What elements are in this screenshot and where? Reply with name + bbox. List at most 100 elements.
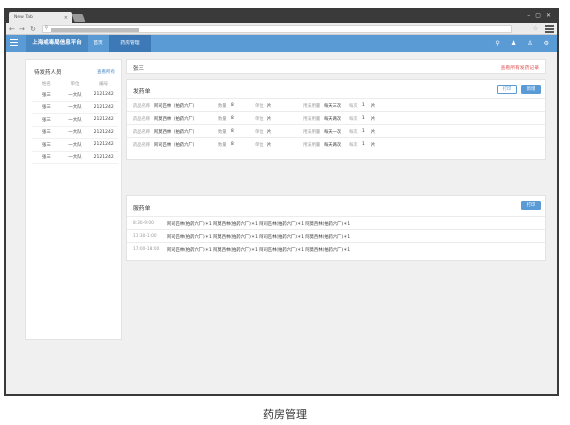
usage-value: 每天两次 [324, 143, 342, 148]
per-label: 每次 [349, 117, 358, 122]
view-all-link[interactable]: 查看所有 [97, 69, 115, 75]
view-dispense-records-link[interactable]: 查看所有发药记录 [501, 64, 539, 71]
address-bar[interactable]: ⚲ [42, 25, 512, 33]
cell-name: 张三 [41, 105, 51, 111]
medication-list: 阿司匹林(拍药六厂)＊1 阿莫西林(拍药六厂)＊1 阿司匹林(拍药六厂)＊1 阿… [167, 248, 351, 253]
table-row[interactable]: 张三 一大队 2121242 [32, 152, 118, 164]
cell-name: 张三 [41, 142, 51, 148]
per-label: 每次 [349, 143, 358, 148]
medication-list: 阿司匹林(拍药六厂)＊1 阿莫西林(拍药六厂)＊1 阿司匹林(拍药六厂)＊1 阿… [167, 235, 351, 240]
print-button[interactable]: 打印 [497, 85, 517, 94]
per-unit: 片 [371, 130, 376, 135]
per-value: 1 [362, 142, 365, 147]
new-tab-button[interactable] [71, 14, 86, 22]
forward-icon[interactable]: → [19, 24, 25, 34]
per-unit: 片 [371, 104, 376, 109]
unit-value: 片 [267, 143, 272, 148]
drug-value: 阿莫西林（拍药六厂） [154, 117, 197, 122]
unit-value: 片 [267, 117, 272, 122]
usage-label: 用法用量 [303, 130, 321, 135]
per-value: 1 [362, 129, 365, 134]
nav-home[interactable]: 首页 [89, 35, 107, 52]
cell-name: 张三 [41, 130, 51, 136]
table-row[interactable]: 张三 一大队 2121242 [32, 102, 118, 114]
add-button[interactable]: 新增 [521, 85, 541, 94]
medication-taken-panel: 服药单 打印 8:30-9:00 阿司匹林(拍药六厂)＊1 阿莫西林(拍药六厂)… [126, 195, 546, 261]
drug-value: 阿莫西林（拍药六厂） [154, 130, 197, 135]
time-slot: 8:30-9:00 [133, 221, 154, 226]
unit-value: 片 [267, 130, 272, 135]
browser-tab[interactable]: New Tab × [9, 12, 72, 23]
per-value: 1 [362, 103, 365, 108]
usage-value: 每天三次 [324, 104, 342, 109]
maximize-button[interactable]: ▢ [535, 12, 541, 20]
cell-id: 2121242 [93, 104, 114, 110]
usage-value: 每天一次 [324, 130, 342, 135]
nav-pharmacy[interactable]: 药房管理 [109, 35, 151, 52]
patient-name-panel: 张三 查看所有发药记录 [126, 59, 546, 74]
back-icon[interactable]: ← [9, 24, 15, 34]
table-row[interactable]: 张三 一大队 2121242 [32, 139, 118, 152]
dispense-row[interactable]: 药品名称 阿莫西林（拍药六厂） 数量 8 单位 片 用法用量 每天两次 每次 1… [127, 111, 545, 124]
qty-label: 数量 [218, 117, 227, 122]
time-slot: 17:00-18:00 [133, 247, 160, 252]
dispense-row[interactable]: 药品名称 阿司匹林（拍药六厂） 数量 8 单位 片 用法用量 每天两次 每次 1… [127, 137, 545, 150]
per-label: 每次 [349, 104, 358, 109]
search-icon[interactable]: ⚲ [495, 35, 499, 52]
patient-name: 张三 [133, 65, 145, 72]
print-button[interactable]: 打印 [521, 201, 541, 210]
qty-label: 数量 [218, 143, 227, 148]
unit-label: 单位 [255, 130, 264, 135]
hamburger-menu-icon[interactable] [10, 39, 18, 47]
close-window-button[interactable]: ✕ [546, 12, 551, 20]
search-icon: ⚲ [44, 25, 49, 31]
qty-value: 8 [231, 129, 234, 134]
schedule-row[interactable]: 11:30-1:00 阿司匹林(拍药六厂)＊1 阿莫西林(拍药六厂)＊1 阿司匹… [127, 229, 545, 242]
page-caption: 药房管理 [263, 408, 307, 421]
qty-value: 8 [231, 142, 234, 147]
dispense-row[interactable]: 药品名称 阿莫西林（拍药六厂） 数量 8 单位 片 用法用量 每天一次 每次 1… [127, 124, 545, 137]
dispense-order-panel: 发药单 打印 新增 药品名称 阿司匹林（拍药六厂） 数量 8 单位 片 用法用量… [126, 79, 546, 160]
usage-label: 用法用量 [303, 104, 321, 109]
table-row[interactable]: 张三 一大队 2121242 [32, 114, 118, 127]
drug-label: 药品名称 [133, 143, 151, 148]
table-header: 姓名 单位 编号 [32, 79, 118, 89]
schedule-row[interactable]: 17:00-18:00 阿司匹林(拍药六厂)＊1 阿莫西林(拍药六厂)＊1 阿司… [127, 242, 545, 255]
tab-close-icon[interactable]: × [64, 15, 68, 21]
usage-label: 用法用量 [303, 143, 321, 148]
cell-name: 张三 [41, 117, 51, 123]
cell-id: 2121242 [93, 129, 114, 135]
settings-icon[interactable]: ⚙ [544, 35, 549, 52]
browser-window: New Tab × – ▢ ✕ ← → ↻ ⚲ ☆ 上海戒毒局信息平台 首页 药… [4, 8, 559, 396]
drug-label: 药品名称 [133, 130, 151, 135]
browser-menu-icon[interactable] [545, 25, 554, 33]
reload-icon[interactable]: ↻ [30, 24, 36, 34]
cell-id: 2121242 [93, 154, 114, 160]
time-slot: 11:30-1:00 [133, 234, 157, 239]
table-row[interactable]: 张三 一大队 2121242 [32, 127, 118, 139]
pending-patients-panel: 待发药人员 查看所有 姓名 单位 编号 张三 一大队 2121242 张三 一大… [25, 59, 122, 340]
cell-id: 2121242 [93, 117, 114, 123]
patients-table: 姓名 单位 编号 张三 一大队 2121242 张三 一大队 2121242 张… [32, 79, 118, 164]
usage-value: 每天两次 [324, 117, 342, 122]
url-text-placeholder [51, 27, 139, 32]
section-title: 发药单 [133, 89, 151, 95]
drug-value: 阿司匹林（拍药六厂） [154, 143, 197, 148]
user-icon[interactable]: ♟ [511, 35, 516, 52]
column-header: 姓名 [41, 82, 51, 87]
usage-label: 用法用量 [303, 117, 321, 122]
cell-name: 张三 [41, 155, 51, 161]
minimize-button[interactable]: – [527, 12, 530, 20]
bookmark-star-icon[interactable]: ☆ [533, 25, 538, 33]
column-header: 编号 [99, 82, 109, 87]
browser-toolbar: ← → ↻ ⚲ ☆ [6, 23, 557, 35]
cell-id: 2121242 [93, 92, 114, 98]
dispense-row[interactable]: 药品名称 阿司匹林（拍药六厂） 数量 8 单位 片 用法用量 每天三次 每次 1… [127, 98, 545, 111]
app-header: 上海戒毒局信息平台 首页 药房管理 ⚲ ♟ ♙ ⚙ [6, 35, 557, 52]
table-row[interactable]: 张三 一大队 2121242 [32, 89, 118, 102]
drug-label: 药品名称 [133, 104, 151, 109]
person-icon[interactable]: ♙ [527, 35, 532, 52]
cell-id: 2121242 [93, 142, 114, 148]
drug-value: 阿司匹林（拍药六厂） [154, 104, 197, 109]
schedule-row[interactable]: 8:30-9:00 阿司匹林(拍药六厂)＊1 阿莫西林(拍药六厂)＊1 阿司匹林… [127, 216, 545, 229]
